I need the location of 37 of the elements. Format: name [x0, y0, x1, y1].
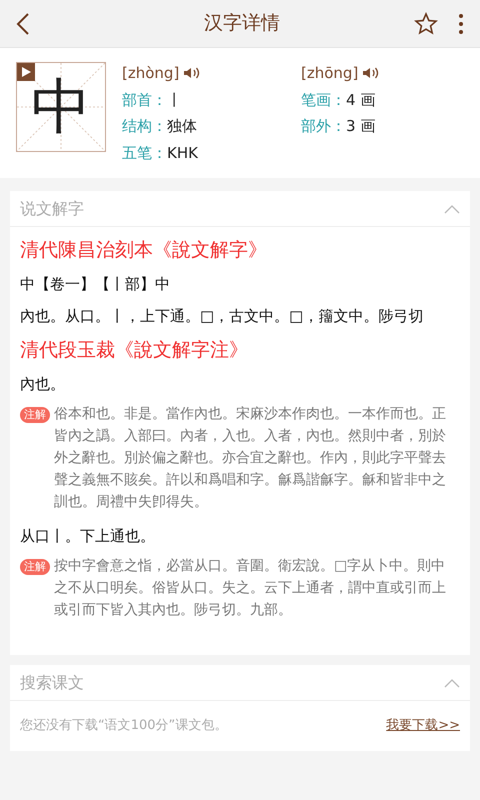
field-label: 部外： — [301, 116, 346, 137]
field-label: 五笔： — [122, 142, 167, 164]
field-label: 部首： — [122, 90, 167, 110]
card-header[interactable]: 搜索课文 — [10, 665, 470, 701]
download-link[interactable]: 我要下载>> — [386, 716, 460, 736]
field-value: 独体 — [167, 116, 197, 137]
play-button[interactable] — [17, 63, 35, 81]
empty-message: 您还没有下载“语文100分”课文包。 — [20, 717, 228, 736]
source-heading: 清代段玉裁《說文解字注》 — [20, 338, 249, 363]
speaker-icon[interactable] — [183, 66, 202, 80]
page-title: 汉字详情 — [203, 11, 281, 36]
star-icon[interactable] — [414, 12, 438, 36]
pinyin: [zhòng] — [122, 63, 180, 84]
play-icon — [21, 67, 31, 77]
definition-text: 內也。 — [20, 374, 66, 395]
definition-text: 中【卷一】【丨部】中 — [20, 274, 171, 295]
pinyin: [zhōng] — [301, 63, 358, 84]
back-icon[interactable] — [16, 12, 30, 36]
definition-text: 从口丨。下上通也。 — [20, 526, 156, 547]
card-title: 说文解字 — [20, 198, 84, 220]
field-label: 笔画： — [301, 90, 346, 110]
definition-text: 內也。从口。丨，上下通。□，古文中。□，籒文中。陟弓切 — [20, 306, 424, 327]
card-header[interactable]: 说文解字 — [10, 191, 470, 227]
field-label: 结构： — [122, 116, 167, 137]
field-value: 3 画 — [346, 116, 376, 137]
character-glyph: 中 — [31, 77, 91, 137]
note-text: 俗本和也。非是。當作內也。宋麻沙本作肉也。一本作而也。正皆內之譌。入部曰。內者，入也。入者，內也。然則中者，別於外之辭也。別於偏之辭也。亦合宜之辭也。作內，則此字平聲去聲之義無不賅矣。許以和爲唱和字。龢爲諧龢字。龢和皆非中之訓也。周禮中失卽得失。 — [54, 405, 447, 512]
field-value: 丨 — [167, 90, 182, 110]
note-text: 按中字會意之恉，必當从口。音圍。衛宏說。□字从卜中。則中之不从口明矣。俗皆从口。失之。云下上通者，謂中直或引而上或引而下皆入其內也。陟弓切。九部。 — [54, 557, 447, 620]
source-heading: 清代陳昌治刻本《說文解字》 — [20, 238, 268, 263]
field-value: 4 画 — [346, 90, 376, 110]
field-value: KHK — [167, 142, 198, 164]
note-badge: 注解 — [20, 559, 50, 575]
more-icon[interactable] — [458, 12, 464, 34]
card-title: 搜索课文 — [20, 672, 84, 694]
note-badge: 注解 — [20, 407, 50, 423]
speaker-icon[interactable] — [362, 66, 380, 80]
